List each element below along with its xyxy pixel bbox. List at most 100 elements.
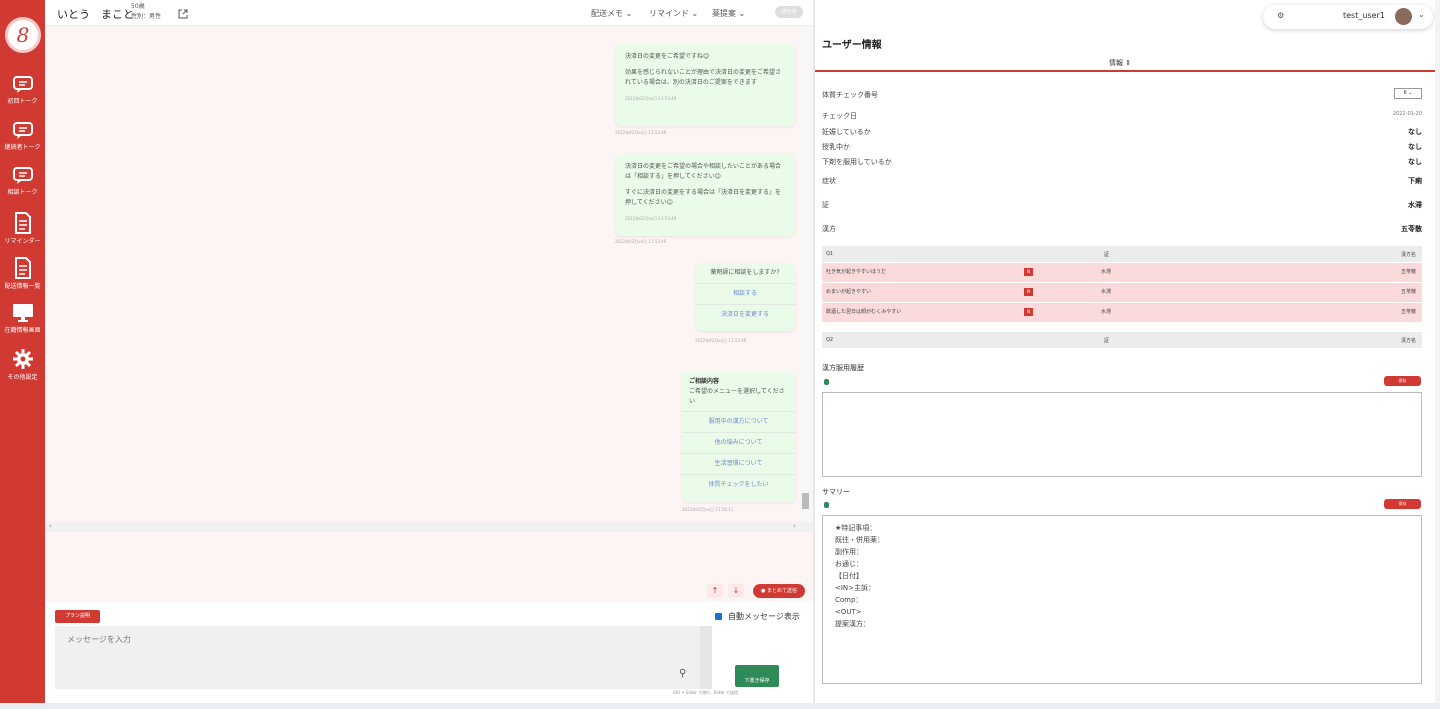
info-label: 証 [822,201,829,209]
user-name: test_user1 [1343,11,1385,20]
tab-underline [815,70,1436,72]
user-info-panel: ⚙ test_user1 ⌄ ユーザー情報 情報 ⇕ 体質チェック番号 6 ⌄ … [815,0,1440,709]
chat-scrollbar-thumb[interactable] [802,493,809,509]
select-value: 6 [1403,90,1407,96]
scroll-down-button[interactable]: ↓ [728,584,744,598]
panel-scrollbar[interactable] [1435,0,1440,709]
chat-message-area[interactable]: 決済日の変更をご希望ですね😊 効果を感じられないことが理由で決済日の変更をご希望… [45,26,813,602]
consult-option[interactable]: 相談する [695,283,795,304]
save-draft-button[interactable]: 下書き保存 [735,665,779,687]
info-label: 症状 [822,177,836,185]
sidebar-item-label: 相談トーク [7,189,38,196]
chat-bubble-icon [12,76,33,93]
message-input-scrollbar[interactable] [700,626,712,689]
medicine-suggest-dropdown[interactable]: 薬提案 ⌄ [712,8,745,19]
chat-bubble: 決済日の変更をご希望の場合や相談したいことがある場合は「相談する」を押してくださ… [615,154,795,236]
menu-option[interactable]: 生活習慣について [682,453,795,474]
summary-textarea[interactable]: ★特記事項： 既往・併用薬： 副作用： お通じ： 【日付】 <IN>主訴： Co… [822,515,1422,684]
sidebar-item-first-talk[interactable]: 初回トーク [0,76,45,105]
message-input[interactable] [55,626,712,689]
logo[interactable]: 8 [5,17,41,53]
message-text: 決済日の変更をご希望の場合や相談したいことがある場合は「相談する」を押してくださ… [625,163,782,180]
info-value: 五苓散 [1401,225,1422,233]
sidebar-item-label: 配送情報一覧 [4,283,41,290]
check-number-label: 体質チェック番号 [822,91,878,99]
scroll-up-button[interactable]: ↑ [707,584,723,598]
info-label: 妊娠しているか [822,128,871,136]
dropdown-label: リマインド [649,9,689,18]
chat-bubble-icon [12,122,33,139]
scroll-left-icon[interactable]: ‹ [49,522,52,530]
menu-subtitle: ご希望のメニューを選択してください [689,388,785,405]
status-dot-icon [824,379,829,385]
column-header: 漢方名 [1400,338,1416,344]
auto-message-toggle[interactable]: 自動メッセージ表示 [715,611,800,622]
bulk-send-button[interactable]: ● まとめて送信 [753,584,805,598]
monitor-icon [12,304,33,322]
chat-bubble: 決済日の変更をご希望ですね😊 効果を感じられないことが理由で決済日の変更をご希望… [615,44,795,126]
menu-option[interactable]: 他の悩みについて [682,432,795,453]
menu-bubble: ご相談内容 ご希望のメニューを選択してください 服用中の漢方について 他の悩みに… [682,372,795,502]
sidebar-item-settings[interactable]: その他設定 [0,348,45,381]
menu-option[interactable]: 服用中の漢方について [682,411,795,432]
table-header: Q2 証 漢方名 [822,332,1422,348]
column-header: Q2 [826,337,834,343]
info-label: 下剤を服用しているか [822,158,892,166]
column-header: 証 [1104,252,1110,258]
summary-line: 副作用： [835,548,863,556]
plan-explain-button[interactable]: プラン説明 [55,610,100,623]
kampo-cell: 五苓散 [1400,269,1416,275]
info-value: 水滞 [1408,201,1422,209]
panel-title: ユーザー情報 [822,40,882,51]
kampo-history-textarea[interactable] [822,392,1422,477]
bulk-send-label: まとめて送信 [766,588,797,594]
dropdown-label: 配送メモ [591,9,623,18]
sidebar-item-continuing-talk[interactable]: 継続者トーク [0,122,45,151]
kampo-cell: 五苓散 [1400,309,1416,315]
tab-info[interactable]: 情報 ⇕ [1109,58,1131,68]
user-menu[interactable]: ⚙ test_user1 ⌄ [1263,5,1433,29]
disabled-send-button[interactable]: 送信済 [775,6,803,18]
chat-header: いとう まこと 50歳 性別：男性 配送メモ ⌄ リマインド ⌄ 薬提案 ⌄ 送… [45,0,813,26]
checkbox-checked-icon[interactable] [715,613,722,620]
table-header: Q1 証 漢方名 [822,246,1422,262]
change-date-option[interactable]: 決済日を変更する [695,304,795,325]
summary-line: 【日付】 [835,572,863,580]
sidebar-item-label: リマインダー [4,238,41,245]
chevron-down-icon: ⌄ [1408,90,1413,96]
summary-title: サマリー [822,488,850,496]
sidebar-item-consult-talk[interactable]: 相談トーク [0,167,45,196]
external-link-icon[interactable] [178,4,188,23]
sidebar-item-reminder[interactable]: リマインダー [0,212,45,245]
scroll-right-icon[interactable]: › [793,522,796,530]
q1-table: Q1 証 漢方名 吐き気が起きやすいほうだ N 水滞 五苓散 めまいが起きやすい… [822,246,1422,322]
question-cell: めまいが起きやすい [826,289,872,295]
column-header: Q1 [826,251,834,257]
menu-option[interactable]: 体質チェックをしたい [682,474,795,495]
check-number-select[interactable]: 6 ⌄ [1394,88,1422,99]
bottom-bar [0,703,1440,709]
remind-dropdown[interactable]: リマインド ⌄ [649,8,698,19]
answer-badge: N [1024,288,1033,296]
chat-horizontal-scrollbar[interactable]: ‹ › [45,522,813,532]
attach-icon[interactable]: ⚲ [679,668,686,679]
answer-badge: N [1024,308,1033,316]
chevron-down-icon: ⌄ [1418,10,1425,19]
info-value: なし [1408,143,1422,151]
save-summary-button[interactable]: 保存 [1384,499,1421,509]
arrow-down-icon: ↓ [732,586,740,595]
chat-scrollbar[interactable] [800,26,811,520]
app-window: 8 初回トーク 継続者トーク 相談トーク リマインダー 配送情報一覧 在籍情報画… [0,0,1440,709]
patient-age: 50歳 [131,3,145,10]
avatar [1395,8,1412,25]
message-timestamp: 2022年02月xx日 11:54:11 [682,507,734,512]
sidebar-item-delivery-list[interactable]: 配送情報一覧 [0,257,45,290]
message-text: 効果を感じられないことが理由で決済日の変更をご希望されている場合は、別の決済日の… [625,69,782,86]
answer-badge: N [1024,268,1033,276]
delivery-memo-dropdown[interactable]: 配送メモ ⌄ [591,8,632,19]
sidebar-item-enrollment[interactable]: 在籍情報画面 [0,303,45,334]
save-history-button[interactable]: 保存 [1384,376,1421,386]
sidebar-item-label: 在籍情報画面 [4,327,41,334]
question-title: 薬剤師に相談をしますか? [710,269,780,276]
message-timestamp: 2022年02月xx日 11:53:49 [615,130,667,135]
